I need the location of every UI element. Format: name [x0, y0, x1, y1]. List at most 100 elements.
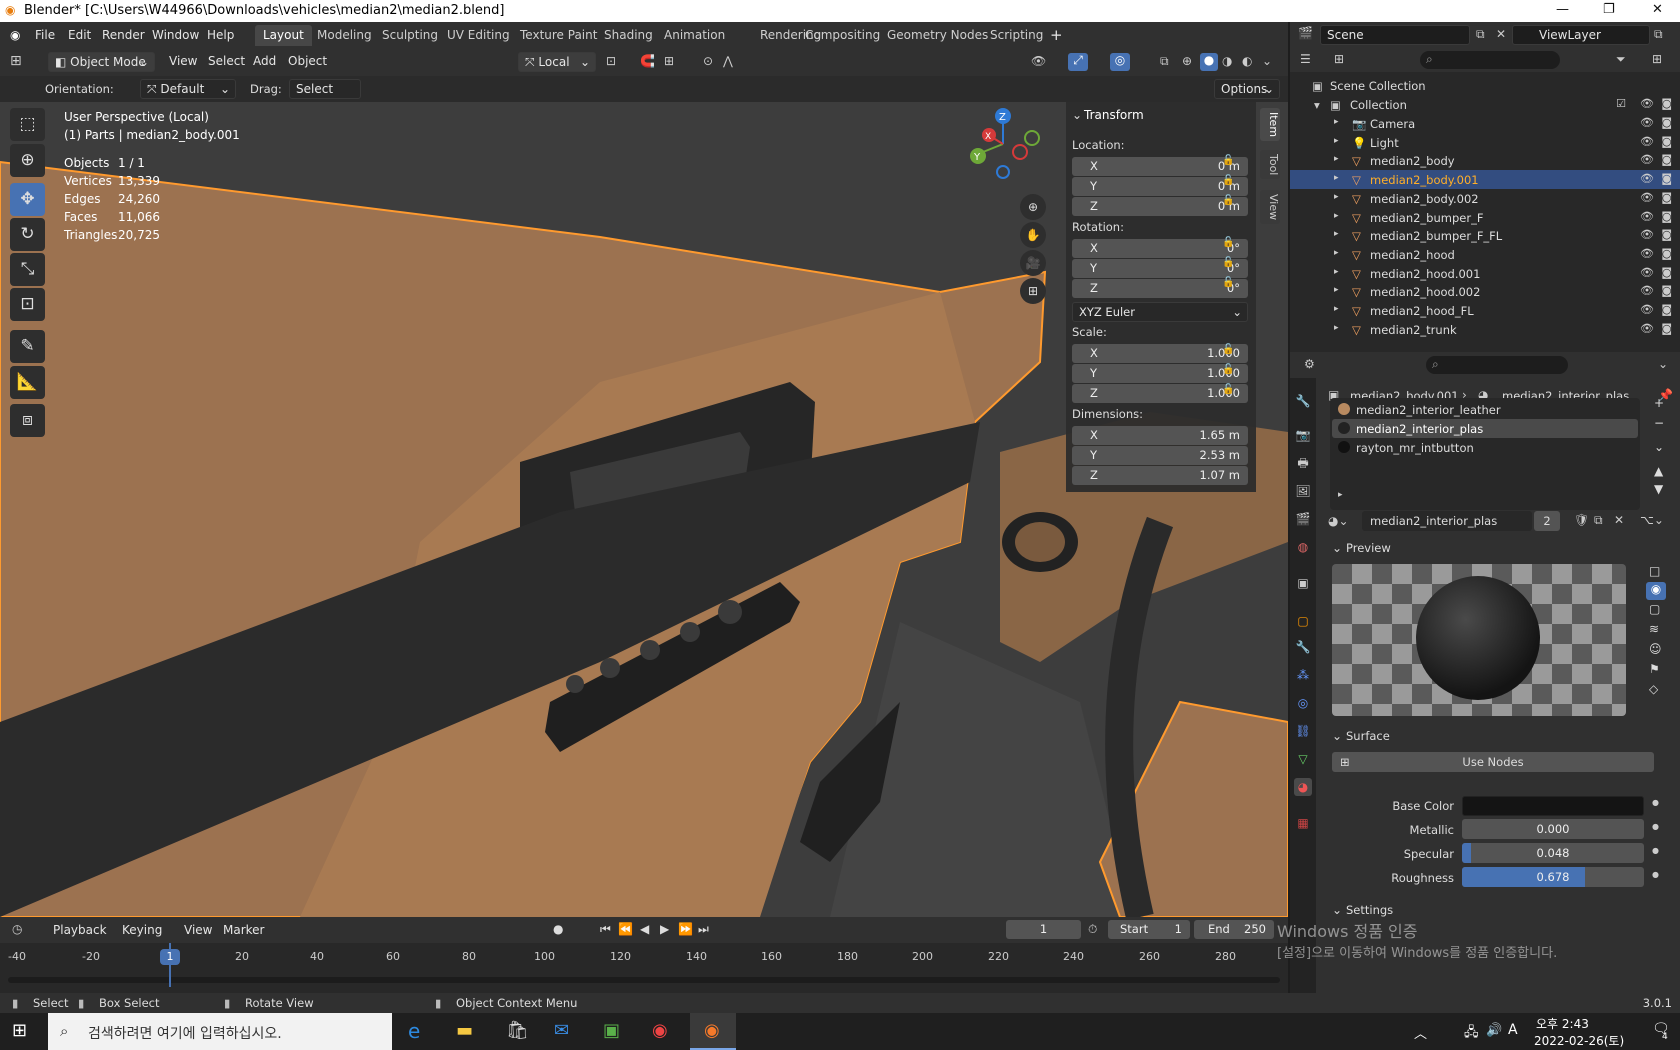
snap-icon[interactable]: 🧲 — [640, 54, 655, 68]
menu-view[interactable]: View — [169, 54, 197, 68]
start-frame-field[interactable]: Start 1 — [1108, 920, 1190, 939]
file-explorer-icon[interactable]: ▬ — [456, 1020, 473, 1041]
move-down-icon[interactable]: ▼ — [1654, 482, 1663, 496]
camera-render-icon[interactable]: ◙ — [1661, 266, 1672, 279]
orientation-dropdown[interactable]: ⤧ Default ⌄ — [140, 79, 236, 99]
tab-tool[interactable]: Tool — [1260, 150, 1280, 180]
overlay-toggle-icon[interactable]: ◎ — [1110, 53, 1130, 71]
new-collection-icon[interactable]: ⊞ — [1652, 52, 1662, 66]
tool-tab-icon[interactable]: 🔧 — [1294, 392, 1312, 410]
unlink-icon[interactable]: ✕ — [1614, 513, 1624, 527]
rotate-tool-icon[interactable]: ↻ — [10, 218, 45, 251]
physics-tab-icon[interactable]: ◎ — [1294, 694, 1312, 712]
shading-material-icon[interactable]: ◑ — [1222, 54, 1232, 68]
lock-icon[interactable]: 🔓 — [1222, 384, 1234, 395]
edge-icon[interactable]: e — [408, 1019, 420, 1043]
collection-row[interactable]: ▾ ▣ Collection ☑ 👁 ◙ — [1290, 95, 1680, 114]
taskbar-search-input[interactable]: ⌕ 검색하려면 여기에 입력하십시오. — [48, 1013, 392, 1050]
copy-icon[interactable]: ⧉ — [1654, 27, 1663, 42]
navigation-gizmo[interactable]: Z Y X — [958, 104, 1048, 194]
collection-tab-icon[interactable]: ▣ — [1294, 574, 1312, 592]
preview-cloth-icon[interactable]: ⚑ — [1649, 662, 1660, 676]
expand-icon[interactable]: ▸ — [1334, 117, 1339, 127]
outliner-item[interactable]: ▸ ▽ median2_body 👁 ◙ — [1290, 151, 1680, 170]
preview-hair-icon[interactable]: ≋ — [1649, 622, 1659, 636]
cursor-tool-icon[interactable]: ⊕ — [10, 144, 45, 177]
pivot-icon[interactable]: ⊡ — [606, 54, 616, 68]
node-tree-icon[interactable]: ⌥⌄ — [1640, 513, 1664, 527]
lock-icon[interactable]: 🔓 — [1222, 175, 1234, 186]
material-browse-icon[interactable]: ◕⌄ — [1328, 514, 1349, 528]
rotation-mode-dropdown[interactable]: XYZ Euler ⌄ — [1072, 302, 1248, 322]
annotate-tool-icon[interactable]: ✎ — [10, 330, 45, 363]
lock-icon[interactable]: 🔓 — [1222, 277, 1234, 288]
output-tab-icon[interactable]: 🖶 — [1294, 454, 1312, 472]
jump-end-icon[interactable]: ⏭ — [698, 922, 709, 937]
xray-icon[interactable]: ⧉ — [1160, 54, 1169, 69]
particles-tab-icon[interactable]: ⁂ — [1294, 666, 1312, 684]
surface-panel-header[interactable]: ⌄ Surface — [1326, 726, 1646, 748]
end-frame-field[interactable]: End 250 — [1194, 920, 1274, 939]
outliner-item[interactable]: ▸ ▽ median2_bumper_F_FL 👁 ◙ — [1290, 226, 1680, 245]
snap-target-icon[interactable]: ⊞ — [664, 54, 674, 68]
tab-geometry-nodes[interactable]: Geometry Nodes — [879, 25, 996, 46]
move-up-icon[interactable]: ▲ — [1654, 464, 1663, 478]
specular-slider[interactable]: 0.048 — [1462, 843, 1644, 863]
use-nodes-button[interactable]: ⊞ Use Nodes — [1332, 752, 1654, 772]
outliner-item[interactable]: ▸ ▽ median2_trunk 👁 ◙ — [1290, 320, 1680, 339]
expand-icon[interactable]: ▸ — [1334, 173, 1339, 183]
scene-collection-row[interactable]: ▣ Scene Collection — [1290, 76, 1680, 95]
user-count[interactable]: 2 — [1534, 511, 1560, 531]
menu-help[interactable]: Help — [207, 28, 234, 42]
marker-menu[interactable]: Marker — [223, 923, 264, 937]
socket-dot-icon[interactable]: ● — [1652, 846, 1659, 855]
camera-render-icon[interactable]: ◙ — [1661, 191, 1672, 204]
menu-file[interactable]: File — [35, 28, 55, 42]
menu-select[interactable]: Select — [208, 54, 245, 68]
blender-taskbar-button[interactable]: ◉ — [690, 1013, 736, 1050]
outliner-item[interactable]: ▸ ▽ median2_bumper_F 👁 ◙ — [1290, 208, 1680, 227]
modifier-tab-icon[interactable]: 🔧 — [1294, 638, 1312, 656]
preview-cube-icon[interactable]: ▢ — [1649, 602, 1660, 616]
timeline-editor-icon[interactable]: ◷ — [12, 922, 22, 936]
playhead-frame-badge[interactable]: 1 — [160, 949, 180, 965]
dimension-y-field[interactable]: Y 2.53 m — [1072, 446, 1248, 465]
menu-window[interactable]: Window — [152, 28, 199, 42]
outliner-item[interactable]: ▸ ▽ median2_hood 👁 ◙ — [1290, 245, 1680, 264]
scene-tab-icon[interactable]: 🎬 — [1294, 510, 1312, 528]
material-slot[interactable]: median2_interior_leather — [1332, 400, 1638, 419]
view-layer-field[interactable]: ViewLayer — [1512, 25, 1650, 45]
select-box-tool-icon[interactable]: ⬚ — [10, 108, 45, 141]
eye-icon[interactable]: 👁 — [1640, 191, 1654, 204]
next-keyframe-icon[interactable]: ⏩ — [678, 922, 693, 936]
tab-animation[interactable]: Animation — [656, 25, 733, 46]
add-workspace-icon[interactable]: + — [1050, 26, 1063, 44]
expand-icon[interactable]: ▸ — [1334, 211, 1339, 221]
maximize-icon[interactable]: ❐ — [1603, 2, 1615, 17]
socket-dot-icon[interactable]: ● — [1652, 870, 1659, 879]
transform-orientation-dropdown[interactable]: ⤧ Local ⌄ — [518, 52, 596, 72]
eye-icon[interactable]: 👁 — [1640, 116, 1654, 129]
camera-view-icon[interactable]: 🎥 — [1020, 250, 1046, 276]
move-tool-icon[interactable]: ✥ — [10, 183, 45, 216]
eye-icon[interactable]: 👁 — [1640, 135, 1654, 148]
remove-slot-icon[interactable]: − — [1654, 416, 1664, 430]
eye-icon[interactable]: 👁 — [1640, 284, 1654, 297]
outliner-search-input[interactable]: ⌕ — [1420, 51, 1560, 69]
slot-menu-icon[interactable]: ⌄ — [1654, 440, 1664, 454]
material-slot[interactable]: rayton_mr_intbutton — [1332, 438, 1638, 457]
lock-icon[interactable]: 🔓 — [1222, 257, 1234, 268]
chevron-down-icon[interactable]: ⌄ — [1658, 357, 1668, 371]
outliner-item[interactable]: ▸ ▽ median2_hood.002 👁 ◙ — [1290, 282, 1680, 301]
expand-icon[interactable]: ▸ — [1334, 248, 1339, 258]
options-dropdown[interactable]: Options ⌄ — [1214, 79, 1280, 99]
close-icon[interactable]: ✕ — [1652, 2, 1663, 17]
outliner-item[interactable]: ▸ 📷 Camera 👁 ◙ — [1290, 114, 1680, 133]
properties-search-input[interactable]: ⌕ — [1426, 356, 1568, 374]
windows-start-icon[interactable]: ⊞ — [12, 1020, 27, 1041]
tab-compositing[interactable]: Compositing — [797, 25, 888, 46]
shading-rendered-icon[interactable]: ◐ — [1242, 54, 1252, 68]
camera-render-icon[interactable]: ◙ — [1661, 247, 1672, 260]
view-menu[interactable]: View — [184, 923, 212, 937]
jump-start-icon[interactable]: ⏮ — [600, 922, 611, 937]
